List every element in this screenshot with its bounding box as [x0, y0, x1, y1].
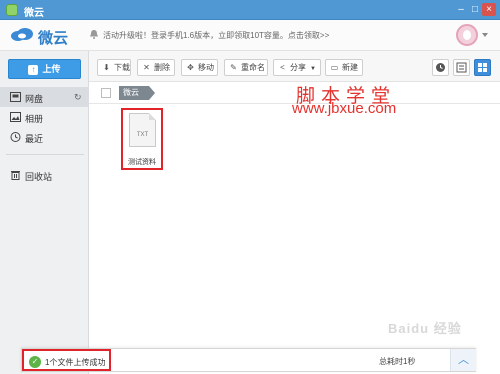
upload-arrow-icon: ↑: [28, 64, 39, 75]
sidebar-item-label: 网盘: [25, 94, 44, 104]
disk-icon: [10, 92, 21, 102]
app-header: 微云 活动升级啦！登录手机1.6版本，立即领取10T容量。点击领取>>: [0, 20, 500, 51]
breadcrumb-root[interactable]: 微云: [119, 86, 155, 100]
sidebar-item-label: 相册: [25, 114, 44, 124]
grid-view-button[interactable]: [474, 59, 491, 76]
move-label: 移动: [198, 63, 214, 72]
baidu-watermark: Baidu 经验: [388, 321, 462, 336]
txt-file-icon: TXT: [129, 113, 156, 147]
upload-label: 上传: [42, 64, 61, 74]
expand-panel-button[interactable]: ︿: [450, 349, 476, 371]
new-folder-icon: ▭: [330, 63, 339, 72]
file-ext: TXT: [136, 132, 149, 138]
refresh-icon[interactable]: ↻: [74, 92, 84, 102]
title-bar: 微云 – □ ×: [0, 0, 500, 20]
clock-icon: [10, 132, 21, 142]
maximize-button[interactable]: □: [468, 3, 482, 16]
chevron-down-icon: ▼: [310, 66, 316, 72]
status-highlight: ✓ 1个文件上传成功: [22, 349, 111, 371]
file-name: 测试资料: [128, 159, 156, 166]
check-circle-icon: ✓: [29, 356, 41, 368]
status-elapsed: 总耗时1秒: [379, 357, 416, 366]
grid-view-icon: [478, 63, 487, 72]
move-icon: ✥: [187, 63, 194, 72]
promo-notice-link[interactable]: 活动升级啦！登录手机1.6版本，立即领取10T容量。点击领取>>: [103, 30, 329, 41]
list-view-icon: [456, 62, 467, 73]
chevron-up-icon: ︿: [458, 354, 469, 366]
watermark-url: www.jbxue.com: [292, 100, 397, 117]
delete-button[interactable]: ✕ 删除: [137, 59, 175, 76]
sidebar-item-photos[interactable]: 相册: [0, 107, 89, 127]
rename-label: 重命名: [241, 63, 265, 72]
share-button[interactable]: < 分享 ▼: [273, 59, 321, 76]
share-icon: <: [280, 63, 285, 72]
sidebar-item-label: 最近: [25, 134, 44, 144]
sidebar-item-disk[interactable]: 网盘 ↻: [0, 87, 89, 107]
download-button[interactable]: ⬇ 下载: [97, 59, 131, 76]
sidebar-divider: [6, 154, 84, 155]
close-button[interactable]: ×: [482, 3, 496, 16]
download-label: 下载: [114, 63, 130, 72]
upload-button[interactable]: ↑ 上传: [8, 59, 81, 79]
move-button[interactable]: ✥ 移动: [181, 59, 218, 76]
trash-icon: [11, 171, 20, 180]
user-avatar[interactable]: [456, 24, 478, 46]
new-folder-label: 新建: [342, 63, 358, 72]
upload-status-bar: ✓ 1个文件上传成功 总耗时1秒 ︿: [21, 348, 476, 372]
sidebar-item-trash[interactable]: 回收站: [0, 165, 89, 185]
window-title: 微云: [24, 8, 44, 19]
photo-icon: [10, 112, 21, 122]
sidebar-item-recent[interactable]: 最近: [0, 127, 89, 147]
minimize-button[interactable]: –: [454, 3, 468, 16]
sidebar: ↑ 上传 网盘 ↻ 相册 最近 回收站: [0, 51, 89, 374]
cloud-logo-icon: [11, 28, 33, 41]
rename-icon: ✎: [230, 63, 237, 72]
file-item[interactable]: TXT 测试资料: [121, 108, 163, 170]
sidebar-item-label: 回收站: [25, 172, 53, 182]
toolbar: ⬇ 下载 ✕ 删除 ✥ 移动 ✎ 重命名 < 分享 ▼ ▭ 新建: [89, 51, 500, 82]
download-icon: ⬇: [103, 63, 110, 72]
app-icon: [6, 4, 18, 16]
clock-view-icon: [436, 63, 445, 72]
list-view-button[interactable]: [453, 59, 470, 76]
clock-view-button[interactable]: [432, 59, 449, 76]
logo-text: 微云: [38, 30, 69, 47]
delete-label: 删除: [154, 63, 170, 72]
share-label: 分享: [290, 63, 306, 72]
new-folder-button[interactable]: ▭ 新建: [325, 59, 363, 76]
rename-button[interactable]: ✎ 重命名: [224, 59, 268, 76]
status-message: 1个文件上传成功: [45, 358, 106, 367]
chevron-down-icon[interactable]: [482, 33, 488, 37]
delete-icon: ✕: [143, 63, 150, 72]
bell-icon: [90, 30, 98, 39]
select-all-checkbox[interactable]: [101, 88, 111, 98]
